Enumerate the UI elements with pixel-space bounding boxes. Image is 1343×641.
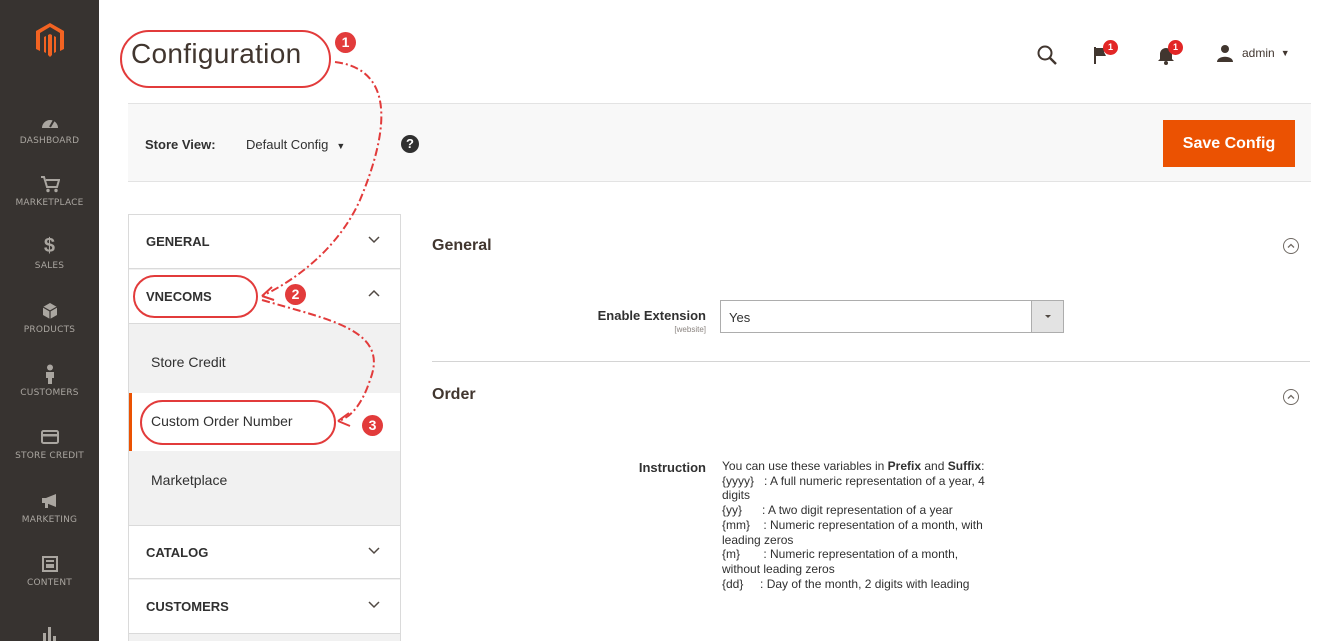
nav-products[interactable]: PRODUCTS [0, 285, 99, 349]
instruction-and: and [921, 459, 948, 473]
notifications-flag-icon[interactable]: 1 [1092, 40, 1118, 70]
save-config-button[interactable]: Save Config [1163, 120, 1295, 167]
nav-label: MARKETPLACE [15, 197, 84, 208]
user-icon [1217, 45, 1233, 62]
instruction-line: digits [722, 488, 751, 503]
magento-logo[interactable] [0, 0, 99, 80]
annotation-marker-2: 2 [285, 284, 306, 305]
nav-label: STORE CREDIT [15, 450, 84, 461]
tab-customers[interactable]: CUSTOMERS [129, 580, 400, 634]
nav-label: MARKETING [21, 514, 78, 525]
annotation-marker-1: 1 [335, 32, 356, 53]
select-value: Yes [729, 310, 751, 325]
magento-logo-icon [35, 23, 64, 57]
nav-marketing[interactable]: MARKETING [0, 475, 99, 539]
instruction-text: You can use these variables in Prefix an… [722, 459, 1072, 591]
nav-label: DASHBOARD [19, 135, 80, 146]
section-general-title[interactable]: General [432, 237, 492, 255]
card-icon [39, 426, 61, 448]
admin-nav: DASHBOARD MARKETPLACE $ SALES PRODUCTS C… [0, 0, 99, 641]
dollar-icon: $ [43, 235, 56, 257]
store-view-switcher[interactable]: Default Config ▼ [246, 137, 345, 152]
section-order-title[interactable]: Order [432, 386, 476, 404]
user-menu[interactable]: admin ▼ [1216, 44, 1290, 62]
person-icon [39, 363, 61, 385]
collapse-icon[interactable] [1283, 238, 1299, 254]
nav-reports[interactable] [0, 602, 99, 641]
instruction-line: {yy} : A two digit representation of a y… [722, 503, 953, 518]
nav-label: CUSTOMERS [20, 387, 79, 398]
instruction-line: {mm} : Numeric representation of a month… [722, 517, 983, 532]
tab-general[interactable]: GENERAL [129, 215, 400, 269]
instruction-line: {m} : Numeric representation of a month, [722, 547, 959, 562]
nav-marketplace[interactable]: MARKETPLACE [0, 158, 99, 222]
instruction-prefix: Prefix [887, 459, 922, 473]
instruction-label: Instruction [638, 460, 706, 475]
annotation-ring-vnecoms [133, 275, 258, 318]
dashboard-icon [39, 111, 61, 133]
tab-item-store-credit[interactable]: Store Credit [129, 334, 400, 392]
tab-item-label: Marketplace [151, 472, 228, 488]
tab-catalog[interactable]: CATALOG [129, 525, 400, 579]
user-name: admin [1242, 46, 1275, 60]
instruction-line: without leading zeros [722, 561, 835, 576]
chevron-down-icon [368, 236, 380, 244]
scope-label: [website] [674, 325, 706, 334]
page-title: Configuration [131, 38, 302, 69]
instruction-suffix: Suffix [947, 459, 982, 473]
nav-sales[interactable]: $ SALES [0, 221, 99, 285]
bell-icon[interactable]: 1 [1155, 40, 1183, 70]
enable-extension-label: Enable Extension [597, 308, 706, 323]
chevron-down-icon: ▼ [1280, 48, 1290, 58]
chevron-down-icon: ▼ [336, 141, 346, 151]
nav-customers[interactable]: CUSTOMERS [0, 348, 99, 412]
marketplace-icon [39, 173, 61, 195]
box-icon [39, 300, 61, 322]
alert-badge: 1 [1168, 40, 1183, 55]
help-icon[interactable]: ? [401, 135, 419, 153]
instruction-line: {yyyy} : A full numeric representation o… [722, 473, 985, 488]
chevron-down-icon [368, 547, 380, 555]
tab-item-label: Store Credit [151, 354, 226, 370]
nav-label: CONTENT [27, 577, 72, 588]
nav-content[interactable]: CONTENT [0, 538, 99, 602]
section-divider [432, 361, 1310, 362]
chevron-down-icon [368, 601, 380, 609]
instruction-colon: : [981, 459, 985, 473]
nav-store-credit[interactable]: STORE CREDIT [0, 411, 99, 475]
store-view-label: Store View: [145, 137, 216, 152]
enable-extension-select[interactable]: Yes [720, 300, 1064, 333]
reports-icon [39, 622, 61, 641]
instruction-line: leading zeros [722, 532, 794, 547]
annotation-marker-3: 3 [362, 415, 383, 436]
tab-label: CATALOG [146, 545, 209, 560]
notification-badge: 1 [1103, 40, 1118, 55]
app-root: DASHBOARD MARKETPLACE $ SALES PRODUCTS C… [0, 0, 1343, 641]
instruction-line: {dd} : Day of the month, 2 digits with l… [722, 576, 970, 591]
tab-label: CUSTOMERS [146, 599, 229, 614]
instruction-intro-text: You can use these variables in [722, 459, 888, 473]
instruction-intro: You can use these variables in Prefix an… [722, 459, 1072, 474]
select-arrow [1031, 301, 1063, 332]
tab-label: GENERAL [146, 234, 210, 249]
nav-label: SALES [34, 260, 65, 271]
layout-icon [39, 553, 61, 575]
nav-dashboard[interactable]: DASHBOARD [0, 96, 99, 160]
annotation-ring-custom-order [140, 400, 336, 445]
collapse-icon[interactable] [1283, 389, 1299, 405]
chevron-up-icon [368, 289, 380, 297]
search-icon[interactable] [1036, 44, 1062, 70]
store-view-value: Default Config [246, 137, 329, 152]
tab-item-marketplace[interactable]: Marketplace [129, 452, 400, 510]
megaphone-icon [39, 490, 61, 512]
nav-label: PRODUCTS [23, 324, 76, 335]
